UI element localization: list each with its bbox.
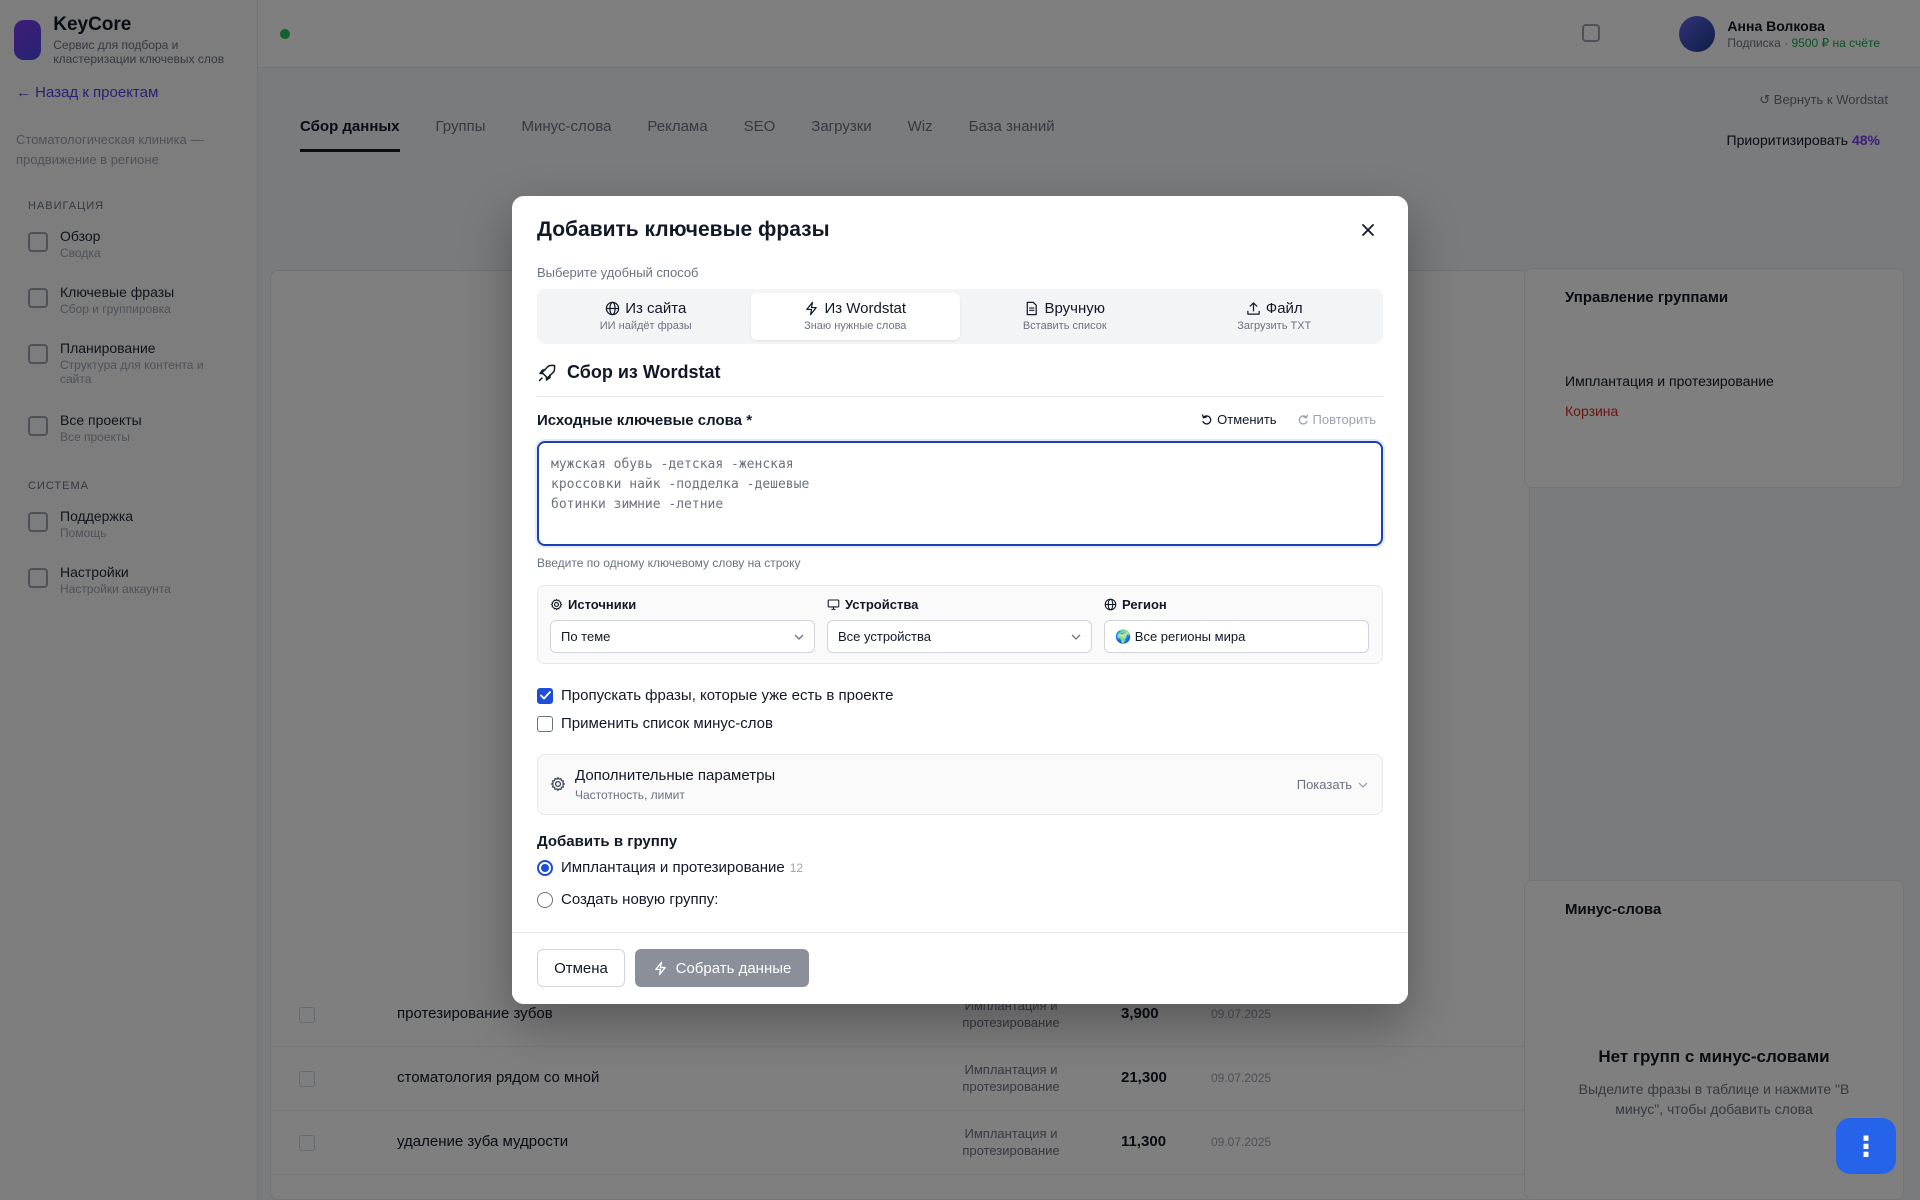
undo-label: Отменить — [1217, 412, 1277, 427]
tab-label: Из Wordstat — [824, 300, 907, 317]
group-existing-label: Имплантация и протезирование — [561, 859, 785, 876]
tab-file[interactable]: Файл Загрузить TXT — [1170, 293, 1380, 340]
globe-icon — [1104, 598, 1117, 611]
advanced-title: Дополнительные параметры — [575, 767, 776, 784]
redo-icon — [1298, 413, 1308, 425]
undo-button[interactable]: Отменить — [1201, 412, 1277, 427]
method-tabs: Из сайта ИИ найдёт фразы Из Wordstat Зна… — [537, 289, 1383, 344]
tab-from-site[interactable]: Из сайта ИИ найдёт фразы — [541, 293, 751, 340]
gear-icon — [550, 598, 563, 611]
globe-icon — [606, 301, 620, 316]
apply-minus-label: Применить список минус-слов — [561, 715, 773, 732]
tab-manual[interactable]: Вручную Вставить список — [960, 293, 1170, 340]
keywords-label: Исходные ключевые слова * — [537, 412, 752, 429]
tab-label: Вручную — [1044, 300, 1106, 317]
upload-icon — [1247, 302, 1260, 315]
collection-options: Источники По теме Устройства Все устройс… — [537, 585, 1383, 664]
chevron-down-icon — [1071, 634, 1081, 640]
region-select[interactable]: 🌍 Все регионы мира — [1104, 620, 1369, 653]
chevron-down-icon — [794, 634, 804, 640]
advanced-params-toggle[interactable]: Дополнительные параметры Частотность, ли… — [537, 754, 1383, 815]
cancel-button[interactable]: Отмена — [537, 949, 625, 987]
gear-icon — [550, 776, 566, 792]
tab-label: Файл — [1265, 300, 1303, 317]
skip-existing-label: Пропускать фразы, которые уже есть в про… — [561, 687, 894, 704]
group-count-badge: 12 — [789, 860, 804, 875]
checkbox-unchecked[interactable] — [537, 715, 553, 732]
tab-sub: Знаю нужные слова — [804, 320, 907, 332]
sources-option: Источники По теме — [550, 597, 815, 653]
checkbox-checked[interactable] — [537, 687, 553, 704]
rocket-icon — [538, 364, 556, 381]
devices-label: Устройства — [845, 597, 919, 612]
sources-value: По теме — [561, 629, 611, 644]
required-mark: * — [746, 412, 753, 429]
radio-unselected[interactable] — [537, 891, 553, 908]
modal-subtitle: Выберите удобный способ — [537, 265, 699, 280]
apply-minus-checkbox[interactable]: Применить список минус-слов — [537, 715, 773, 732]
modal-footer: Отмена Собрать данные — [512, 932, 1408, 1004]
advanced-show-label: Показать — [1296, 777, 1352, 792]
tab-from-wordstat[interactable]: Из Wordstat Знаю нужные слова — [750, 293, 960, 340]
collect-data-button[interactable]: Собрать данные — [635, 949, 809, 987]
chevron-down-icon — [1358, 782, 1368, 788]
check-icon — [539, 691, 551, 700]
chat-icon: ⋮ — [1852, 1130, 1880, 1162]
collect-label: Собрать данные — [675, 959, 792, 977]
history-controls: Отменить Повторить — [1201, 412, 1376, 427]
region-value: 🌍 Все регионы мира — [1115, 628, 1246, 644]
tab-sub: ИИ найдёт фразы — [599, 320, 692, 332]
monitor-icon — [827, 599, 840, 610]
lightning-icon — [654, 961, 666, 975]
section-header: Сбор из Wordstat — [537, 362, 721, 383]
document-icon — [1027, 301, 1038, 316]
redo-label: Повторить — [1312, 412, 1376, 427]
group-section-label: Добавить в группу — [537, 833, 678, 850]
advanced-show[interactable]: Показать — [1297, 777, 1368, 792]
advanced-subtitle: Частотность, лимит — [575, 788, 685, 802]
group-new-radio[interactable]: Создать новую группу: — [537, 891, 718, 908]
sources-select[interactable]: По теме — [550, 620, 815, 653]
sources-label: Источники — [568, 597, 637, 612]
devices-option: Устройства Все устройства — [827, 597, 1092, 653]
tab-label: Из сайта — [625, 300, 687, 317]
add-keywords-modal: Добавить ключевые фразы Выберите удобный… — [512, 196, 1408, 1004]
divider — [537, 396, 1383, 397]
tab-sub: Вставить список — [1022, 320, 1107, 332]
group-existing-radio[interactable]: Имплантация и протезирование 12 — [537, 859, 803, 876]
support-chat-button[interactable]: ⋮ — [1836, 1118, 1896, 1174]
radio-selected[interactable] — [537, 859, 553, 876]
tab-sub: Загрузить TXT — [1237, 320, 1312, 332]
section-title: Сбор из Wordstat — [567, 362, 721, 382]
close-icon[interactable] — [1356, 218, 1380, 242]
group-new-label: Создать новую группу: — [561, 891, 719, 908]
undo-icon — [1201, 413, 1212, 425]
devices-select[interactable]: Все устройства — [827, 620, 1092, 653]
region-label: Регион — [1122, 597, 1167, 612]
skip-existing-checkbox[interactable]: Пропускать фразы, которые уже есть в про… — [537, 687, 893, 704]
redo-button[interactable]: Повторить — [1297, 412, 1376, 427]
keywords-label-text: Исходные ключевые слова — [537, 412, 743, 429]
modal-title: Добавить ключевые фразы — [537, 218, 830, 241]
lightning-icon — [806, 301, 818, 316]
region-option: Регион 🌍 Все регионы мира — [1104, 597, 1369, 653]
devices-value: Все устройства — [838, 629, 931, 644]
keywords-input[interactable] — [537, 441, 1383, 546]
keywords-hint: Введите по одному ключевому слову на стр… — [537, 556, 801, 570]
